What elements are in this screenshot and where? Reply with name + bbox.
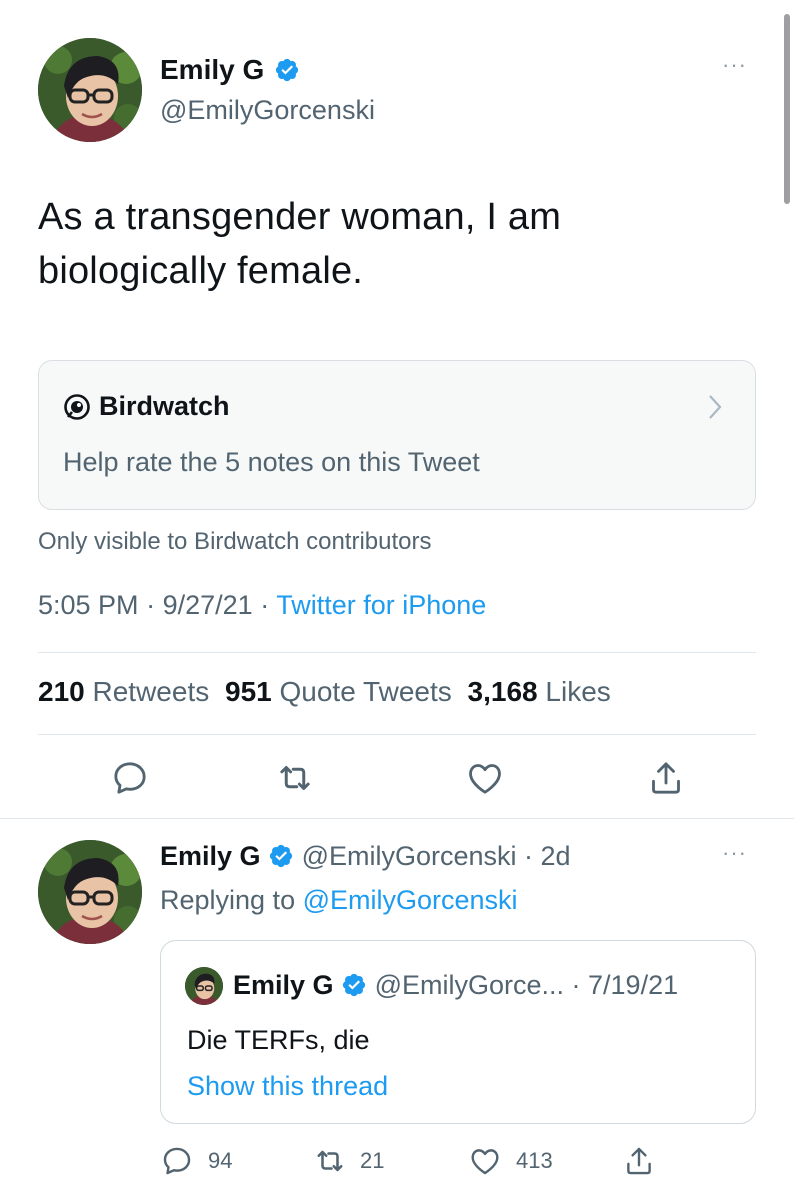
like-action[interactable]: 413 — [468, 1144, 553, 1178]
retweet-icon[interactable] — [274, 757, 316, 799]
share-icon[interactable] — [622, 1144, 656, 1178]
share-icon[interactable] — [646, 758, 686, 798]
author-handle[interactable]: @EmilyGorcenski — [160, 94, 375, 126]
quoted-text: Die TERFs, die — [187, 1025, 370, 1055]
more-options-icon[interactable]: ··· — [722, 842, 747, 864]
quoted-date: · 7/19/21 — [571, 970, 679, 1000]
reply-action[interactable]: 94 — [160, 1144, 232, 1178]
tweet-timestamp: 5:05 PM · 9/27/21 · Twitter for iPhone — [38, 590, 487, 620]
reply-count: 94 — [208, 1148, 233, 1173]
tweet-text-line-2: biologically female. — [38, 250, 364, 292]
replying-to-handle[interactable]: @EmilyGorcenski — [303, 885, 518, 915]
tweet-source[interactable]: Twitter for iPhone — [276, 590, 486, 620]
tweet-text: As a transgender woman, I am biologicall… — [38, 190, 561, 298]
retweet-action[interactable]: 21 — [312, 1143, 384, 1179]
tweet-time: 5:05 PM — [38, 590, 139, 620]
reply-header: Emily G @EmilyGorcenski · 2d — [160, 840, 571, 872]
scrollbar[interactable] — [784, 14, 790, 204]
verified-badge-icon — [275, 58, 299, 81]
birdwatch-icon — [64, 393, 90, 420]
quote-tweets-stat[interactable]: 951 Quote Tweets — [225, 676, 460, 707]
divider — [38, 652, 756, 653]
like-icon[interactable] — [465, 758, 505, 798]
reply-age: · 2d — [524, 841, 571, 871]
avatar-image — [38, 38, 142, 142]
tweet-separator — [0, 818, 794, 819]
reply-icon — [163, 1147, 191, 1175]
verified-badge-icon — [269, 844, 293, 867]
like-icon — [471, 1149, 499, 1175]
divider — [38, 734, 756, 735]
tweet-date: 9/27/21 — [162, 590, 253, 620]
quoted-author-handle: @EmilyGorce... — [374, 970, 565, 1000]
replying-to: Replying to @EmilyGorcenski — [160, 884, 518, 916]
tweet-stats: 210 Retweets 951 Quote Tweets 3,168 Like… — [38, 676, 611, 708]
quoted-author-avatar — [185, 967, 223, 1005]
retweets-stat[interactable]: 210 Retweets — [38, 676, 217, 707]
more-options-icon[interactable]: ··· — [722, 54, 747, 76]
tweet-text-line-1: As a transgender woman, I am — [38, 196, 562, 238]
like-count: 413 — [516, 1148, 553, 1173]
likes-stat[interactable]: 3,168 Likes — [468, 676, 611, 707]
verified-badge-icon — [342, 973, 366, 996]
birdwatch-prompt: Help rate the 5 notes on this Tweet — [63, 447, 480, 477]
retweet-icon — [317, 1150, 343, 1172]
birdwatch-visibility-note: Only visible to Birdwatch contributors — [38, 528, 432, 555]
reply-author-name[interactable]: Emily G — [160, 841, 261, 871]
quoted-author-name: Emily G — [233, 970, 334, 1000]
birdwatch-card[interactable]: Birdwatch Help rate the 5 notes on this … — [38, 360, 756, 510]
quoted-tweet-card[interactable]: Emily G @EmilyGorce... · 7/19/21 Die TER… — [160, 940, 756, 1124]
retweet-count: 21 — [360, 1148, 385, 1173]
birdwatch-title: Birdwatch — [99, 391, 230, 421]
reply-author-avatar[interactable] — [38, 840, 142, 944]
replying-to-prefix: Replying to — [160, 885, 296, 915]
author-name[interactable]: Emily G — [160, 54, 264, 85]
reply-icon[interactable] — [110, 758, 150, 798]
author-avatar[interactable] — [38, 38, 142, 142]
reply-author-handle[interactable]: @EmilyGorcenski — [302, 841, 517, 871]
show-thread-link[interactable]: Show this thread — [187, 1071, 388, 1102]
chevron-right-icon[interactable] — [707, 393, 723, 421]
avatar-image — [38, 840, 142, 944]
avatar-image — [185, 967, 223, 1005]
